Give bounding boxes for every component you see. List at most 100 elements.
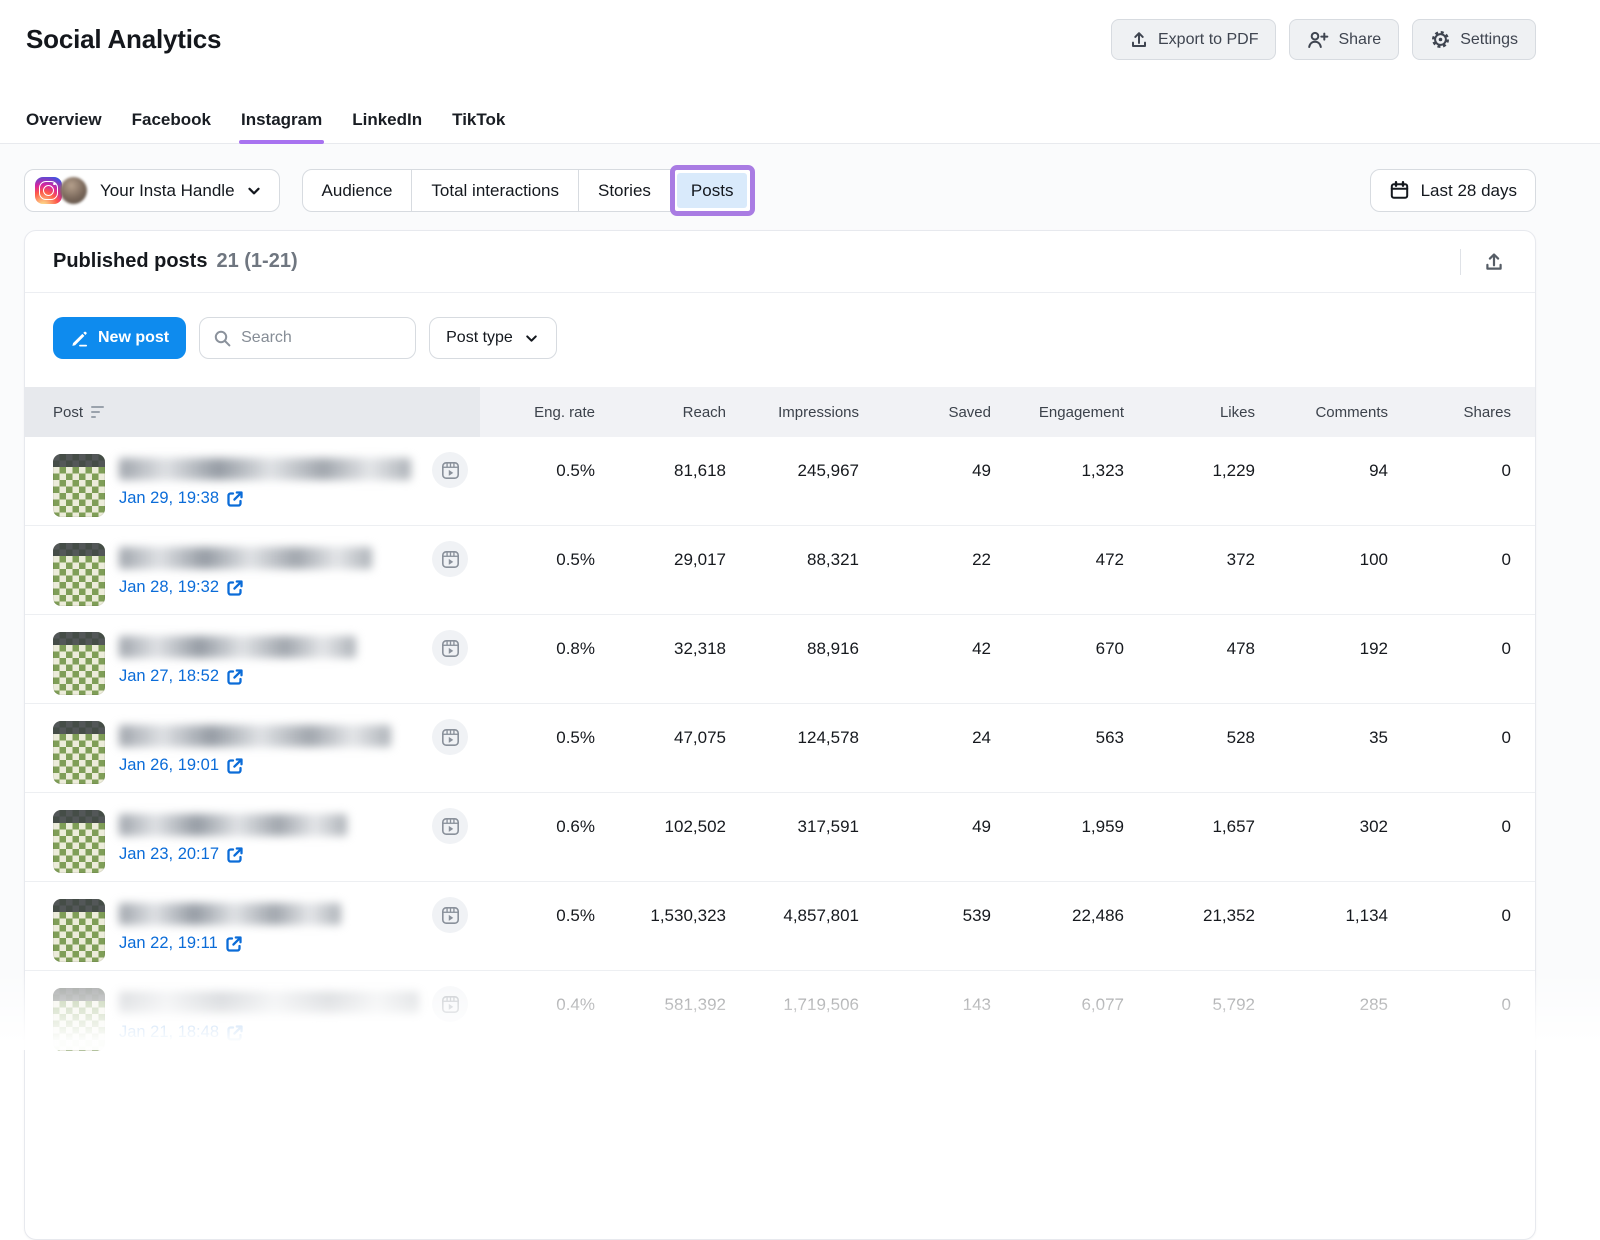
column-header-post[interactable]: Post bbox=[25, 387, 480, 437]
view-total-interactions[interactable]: Total interactions bbox=[411, 169, 579, 212]
column-header[interactable]: Impressions bbox=[726, 387, 859, 437]
table-row: Jan 29, 19:38 0.5%81,61 bbox=[25, 437, 1535, 526]
metric-value: 100 bbox=[1255, 526, 1388, 614]
search-icon bbox=[213, 329, 232, 348]
tab-linkedin[interactable]: LinkedIn bbox=[352, 110, 422, 143]
metric-value: 81,618 bbox=[595, 437, 726, 525]
metric-value: 35 bbox=[1255, 704, 1388, 792]
column-header[interactable]: Engagement bbox=[991, 387, 1124, 437]
metric-value: 102,502 bbox=[595, 793, 726, 881]
post-thumbnail[interactable] bbox=[53, 899, 105, 962]
settings-button[interactable]: Settings bbox=[1412, 19, 1536, 60]
post-date-link[interactable]: Jan 28, 19:32 bbox=[119, 578, 244, 597]
post-title-redacted bbox=[119, 725, 391, 747]
share-button[interactable]: Share bbox=[1289, 19, 1399, 60]
view-audience[interactable]: Audience bbox=[302, 169, 413, 212]
reel-icon bbox=[432, 719, 468, 755]
post-date-link[interactable]: Jan 29, 19:38 bbox=[119, 489, 244, 508]
account-selector[interactable]: Your Insta Handle bbox=[24, 169, 280, 212]
column-header[interactable]: Likes bbox=[1124, 387, 1255, 437]
metric-value: 478 bbox=[1124, 615, 1255, 703]
post-title-redacted bbox=[119, 636, 356, 658]
metric-value: 1,657 bbox=[1124, 793, 1255, 881]
metric-value: 1,959 bbox=[991, 793, 1124, 881]
post-type-label: Post type bbox=[446, 329, 513, 347]
metric-value: 0 bbox=[1388, 437, 1511, 525]
post-thumbnail[interactable] bbox=[53, 454, 105, 517]
post-thumbnail[interactable] bbox=[53, 810, 105, 873]
export-pdf-label: Export to PDF bbox=[1158, 31, 1258, 49]
post-date-link[interactable]: Jan 26, 19:01 bbox=[119, 756, 244, 775]
card-header: Published posts 21 (1-21) bbox=[25, 231, 1535, 293]
metric-value: 1,719,506 bbox=[726, 971, 859, 1059]
post-cell: Jan 29, 19:38 bbox=[25, 437, 480, 525]
metric-value: 372 bbox=[1124, 526, 1255, 614]
tab-overview[interactable]: Overview bbox=[26, 110, 102, 143]
account-avatar bbox=[60, 177, 87, 204]
reel-icon bbox=[432, 897, 468, 933]
date-range-selector[interactable]: Last 28 days bbox=[1370, 169, 1536, 212]
metric-value: 1,229 bbox=[1124, 437, 1255, 525]
person-plus-icon bbox=[1307, 30, 1329, 49]
metric-value: 88,916 bbox=[726, 615, 859, 703]
post-date: Jan 26, 19:01 bbox=[119, 756, 219, 775]
external-link-icon bbox=[226, 579, 244, 597]
reel-icon bbox=[432, 630, 468, 666]
post-date-link[interactable]: Jan 27, 18:52 bbox=[119, 667, 244, 686]
metric-value: 0 bbox=[1388, 615, 1511, 703]
settings-label: Settings bbox=[1460, 31, 1518, 49]
post-cell: Jan 27, 18:52 bbox=[25, 615, 480, 703]
metric-value: 22,486 bbox=[991, 882, 1124, 970]
tab-tiktok[interactable]: TikTok bbox=[452, 110, 505, 143]
divider bbox=[1460, 249, 1461, 275]
metric-value: 24 bbox=[859, 704, 991, 792]
metric-value: 49 bbox=[859, 793, 991, 881]
metric-value: 0.5% bbox=[480, 704, 595, 792]
metric-value: 42 bbox=[859, 615, 991, 703]
view-stories[interactable]: Stories bbox=[578, 169, 671, 212]
external-link-icon bbox=[226, 846, 244, 864]
post-date-link[interactable]: Jan 22, 19:11 bbox=[119, 934, 243, 953]
metric-value: 47,075 bbox=[595, 704, 726, 792]
post-title-redacted bbox=[119, 814, 347, 836]
post-date: Jan 23, 20:17 bbox=[119, 845, 219, 864]
metric-value: 528 bbox=[1124, 704, 1255, 792]
metric-value: 0 bbox=[1388, 971, 1511, 1059]
table-header: Post Eng. rateReachImpressionsSavedEngag… bbox=[25, 387, 1535, 437]
table-row: Jan 26, 19:01 0.5%47,07 bbox=[25, 704, 1535, 793]
post-date: Jan 22, 19:11 bbox=[119, 934, 218, 953]
post-type-filter[interactable]: Post type bbox=[429, 317, 557, 359]
export-pdf-button[interactable]: Export to PDF bbox=[1111, 19, 1276, 60]
tab-facebook[interactable]: Facebook bbox=[132, 110, 211, 143]
metric-value: 6,077 bbox=[991, 971, 1124, 1059]
export-table-button[interactable] bbox=[1475, 243, 1513, 281]
metric-value: 285 bbox=[1255, 971, 1388, 1059]
post-date-link[interactable]: Jan 23, 20:17 bbox=[119, 845, 244, 864]
post-thumbnail[interactable] bbox=[53, 543, 105, 606]
column-header[interactable]: Saved bbox=[859, 387, 991, 437]
tab-instagram[interactable]: Instagram bbox=[241, 110, 322, 143]
account-label: Your Insta Handle bbox=[100, 181, 235, 201]
search-input[interactable] bbox=[241, 329, 391, 347]
post-thumbnail[interactable] bbox=[53, 988, 105, 1051]
view-posts[interactable]: Posts bbox=[677, 173, 748, 208]
metric-value: 4,857,801 bbox=[726, 882, 859, 970]
external-link-icon bbox=[226, 1024, 244, 1042]
column-header[interactable]: Shares bbox=[1388, 387, 1511, 437]
post-thumbnail[interactable] bbox=[53, 632, 105, 695]
column-header[interactable]: Eng. rate bbox=[480, 387, 595, 437]
metric-value: 539 bbox=[859, 882, 991, 970]
post-title-redacted bbox=[119, 992, 419, 1014]
column-header[interactable]: Comments bbox=[1255, 387, 1388, 437]
share-label: Share bbox=[1338, 31, 1381, 49]
post-thumbnail[interactable] bbox=[53, 721, 105, 784]
page-title: Social Analytics bbox=[26, 24, 221, 55]
post-cell: Jan 28, 19:32 bbox=[25, 526, 480, 614]
post-date-link[interactable]: Jan 21, 18:48 bbox=[119, 1023, 244, 1042]
filters-row: Your Insta Handle Audience Total interac… bbox=[24, 169, 1536, 212]
column-header[interactable]: Reach bbox=[595, 387, 726, 437]
metric-value: 0 bbox=[1388, 793, 1511, 881]
metric-value: 0.5% bbox=[480, 437, 595, 525]
post-date: Jan 28, 19:32 bbox=[119, 578, 219, 597]
new-post-button[interactable]: New post bbox=[53, 317, 186, 359]
